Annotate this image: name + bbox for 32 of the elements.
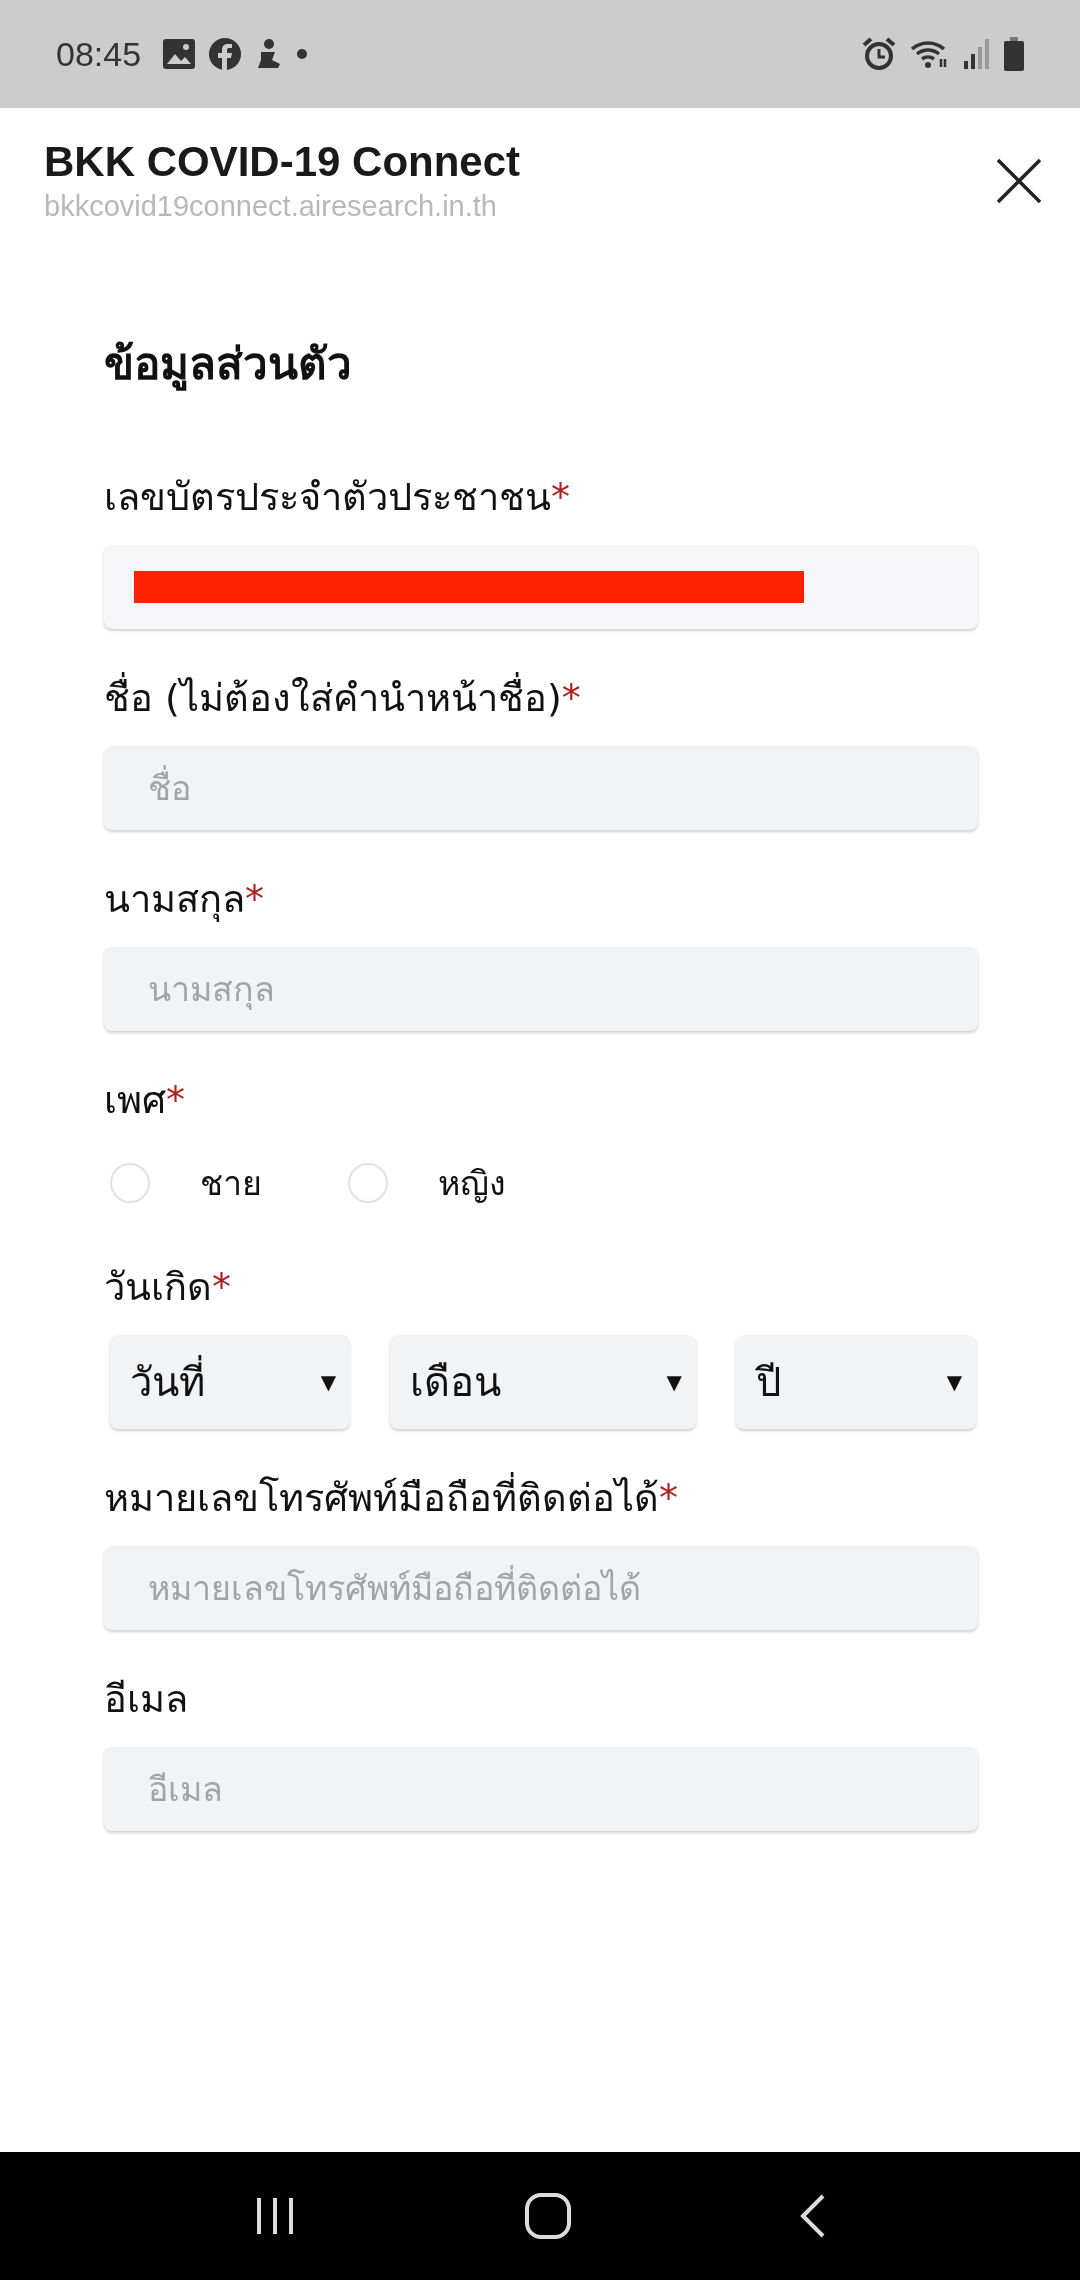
input-field[interactable]: นามสกุล — [104, 947, 978, 1031]
id-number-field[interactable] — [104, 545, 978, 629]
home-icon[interactable] — [524, 2192, 572, 2240]
battery-icon — [1004, 37, 1024, 71]
field-label: เลขบัตรประจำตัวประชาชน* — [104, 474, 571, 521]
radio-label: ชาย — [200, 1162, 262, 1205]
radio-button[interactable] — [348, 1163, 388, 1203]
field-label: ชื่อ (ไม่ต้องใส่คำนำหน้าชื่อ)* — [104, 667, 976, 728]
alarm-icon — [862, 37, 896, 71]
input-field[interactable]: หมายเลขโทรศัพท์มือถือที่ติดต่อได้ — [104, 1546, 978, 1630]
field-label: หมายเลขโทรศัพท์มือถือที่ติดต่อได้* — [104, 1467, 976, 1528]
status-time: 08:45 — [56, 34, 142, 74]
field-label: วันเกิด* — [104, 1264, 232, 1311]
image-icon — [163, 39, 196, 69]
section-heading: ข้อมูลส่วนตัว — [104, 337, 353, 393]
page-title: BKK COVID-19 Connect — [44, 138, 521, 186]
back-icon[interactable] — [798, 2194, 827, 2238]
close-icon[interactable] — [996, 158, 1042, 204]
radio-button[interactable] — [110, 1163, 150, 1203]
field-label: อีเมล — [104, 1676, 189, 1723]
field-label: เพศ* — [104, 1077, 186, 1124]
dropdown[interactable]: วันที่ ▼ — [110, 1335, 351, 1429]
radio-label: หญิง — [438, 1162, 506, 1205]
page-url: bkkcovid19connect.airesearch.in.th — [44, 190, 498, 223]
dropdown[interactable]: ปี ▼ — [735, 1335, 976, 1429]
dot-icon — [297, 49, 308, 59]
facebook-icon — [209, 38, 242, 70]
input-field[interactable]: ชื่อ — [104, 746, 978, 830]
input-field[interactable]: อีเมล — [104, 1747, 978, 1831]
signal-icon — [964, 39, 990, 69]
dropdown[interactable]: เดือน ▼ — [390, 1335, 696, 1429]
field-label: นามสกุล* — [104, 876, 265, 924]
